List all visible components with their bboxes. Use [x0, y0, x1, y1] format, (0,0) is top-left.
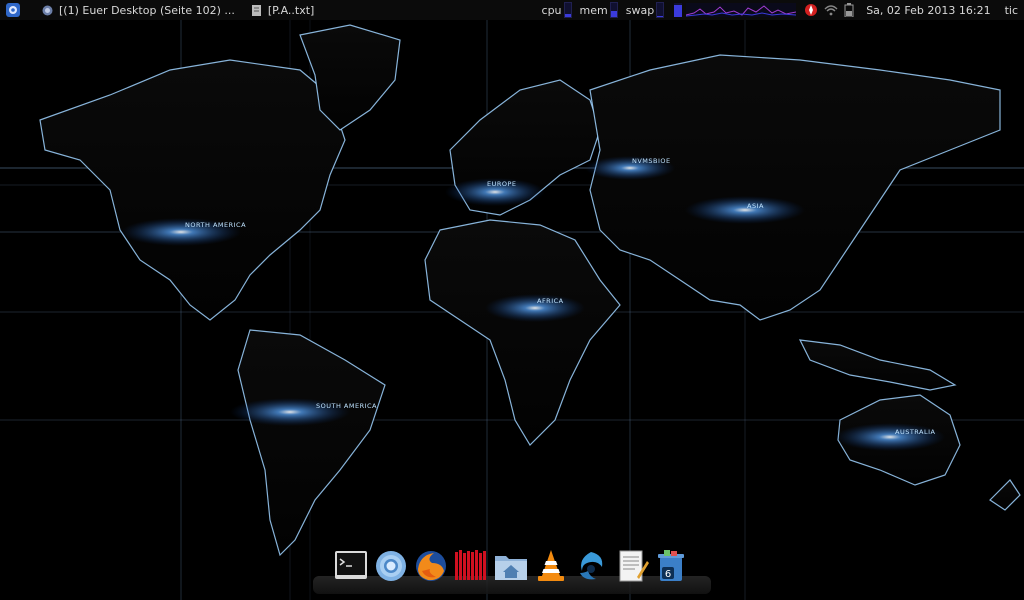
user-name[interactable]: tic	[1005, 4, 1018, 17]
firefox-icon	[42, 5, 53, 15]
menu-button[interactable]	[0, 0, 26, 20]
battery-icon[interactable]	[844, 3, 854, 17]
disk-meter-icon	[674, 3, 683, 17]
trash-icon: 6	[658, 550, 684, 581]
trash-badge: 6	[665, 569, 671, 580]
home-folder-icon	[495, 556, 527, 580]
top-panel: [(1) Euer Desktop (Seite 102) ... [P.A..…	[0, 0, 1024, 20]
task-text-editor-window[interactable]: [P.A..txt]	[247, 0, 318, 20]
map-label-south-america: SOUTH AMERICA	[316, 402, 377, 410]
task-label-firefox: [(1) Euer Desktop (Seite 102) ...	[59, 3, 235, 17]
app-menu-icon	[6, 3, 20, 17]
map-label-asia: ASIA	[747, 202, 764, 210]
dock-firefox[interactable]	[413, 548, 449, 584]
dock-home-folder[interactable]	[493, 548, 529, 584]
dock-opera-like-app[interactable]	[573, 548, 609, 584]
cpu-label: cpu	[541, 3, 562, 17]
mem-label: mem	[579, 3, 608, 17]
mem-meter	[609, 2, 618, 18]
network-graph	[686, 3, 797, 17]
task-firefox-window[interactable]: [(1) Euer Desktop (Seite 102) ...	[38, 0, 239, 20]
text-editor-icon	[251, 4, 261, 16]
system-monitor: cpu mem swap Sa, 02 Feb 2013 16:21 tic	[536, 0, 1024, 20]
red-app-icon	[455, 550, 486, 580]
cpu-meter	[563, 2, 572, 18]
terminal-icon	[335, 551, 367, 579]
dock-trash[interactable]: 6	[653, 548, 689, 584]
map-label-russia: NVMSBIOE	[632, 157, 671, 165]
clock[interactable]: Sa, 02 Feb 2013 16:21	[866, 4, 990, 17]
dock-terminal[interactable]	[333, 548, 369, 584]
firefox-dock-icon	[416, 551, 446, 581]
map-label-australia: AUSTRALIA	[895, 428, 936, 436]
text-editor-dock-icon	[619, 550, 649, 582]
vlc-icon	[538, 550, 564, 581]
dock-chromium[interactable]	[373, 548, 409, 584]
task-label-text-editor: [P.A..txt]	[267, 3, 315, 17]
opera-icon	[580, 552, 603, 580]
dock-red-app[interactable]	[453, 548, 489, 584]
chromium-icon	[376, 551, 406, 581]
swap-meter	[656, 2, 665, 18]
update-notifier-icon[interactable]	[804, 3, 818, 17]
desktop-wallpaper: NORTH AMERICA SOUTH AMERICA EUROPE AFRIC…	[0, 0, 1024, 600]
wifi-icon[interactable]	[824, 3, 838, 17]
map-label-north-america: NORTH AMERICA	[185, 221, 246, 229]
dock-text-editor[interactable]	[615, 548, 651, 584]
map-label-africa: AFRICA	[537, 297, 564, 305]
dock: 6	[313, 548, 711, 596]
swap-label: swap	[625, 3, 655, 17]
map-label-europe: EUROPE	[487, 180, 517, 188]
dock-vlc[interactable]	[533, 548, 569, 584]
